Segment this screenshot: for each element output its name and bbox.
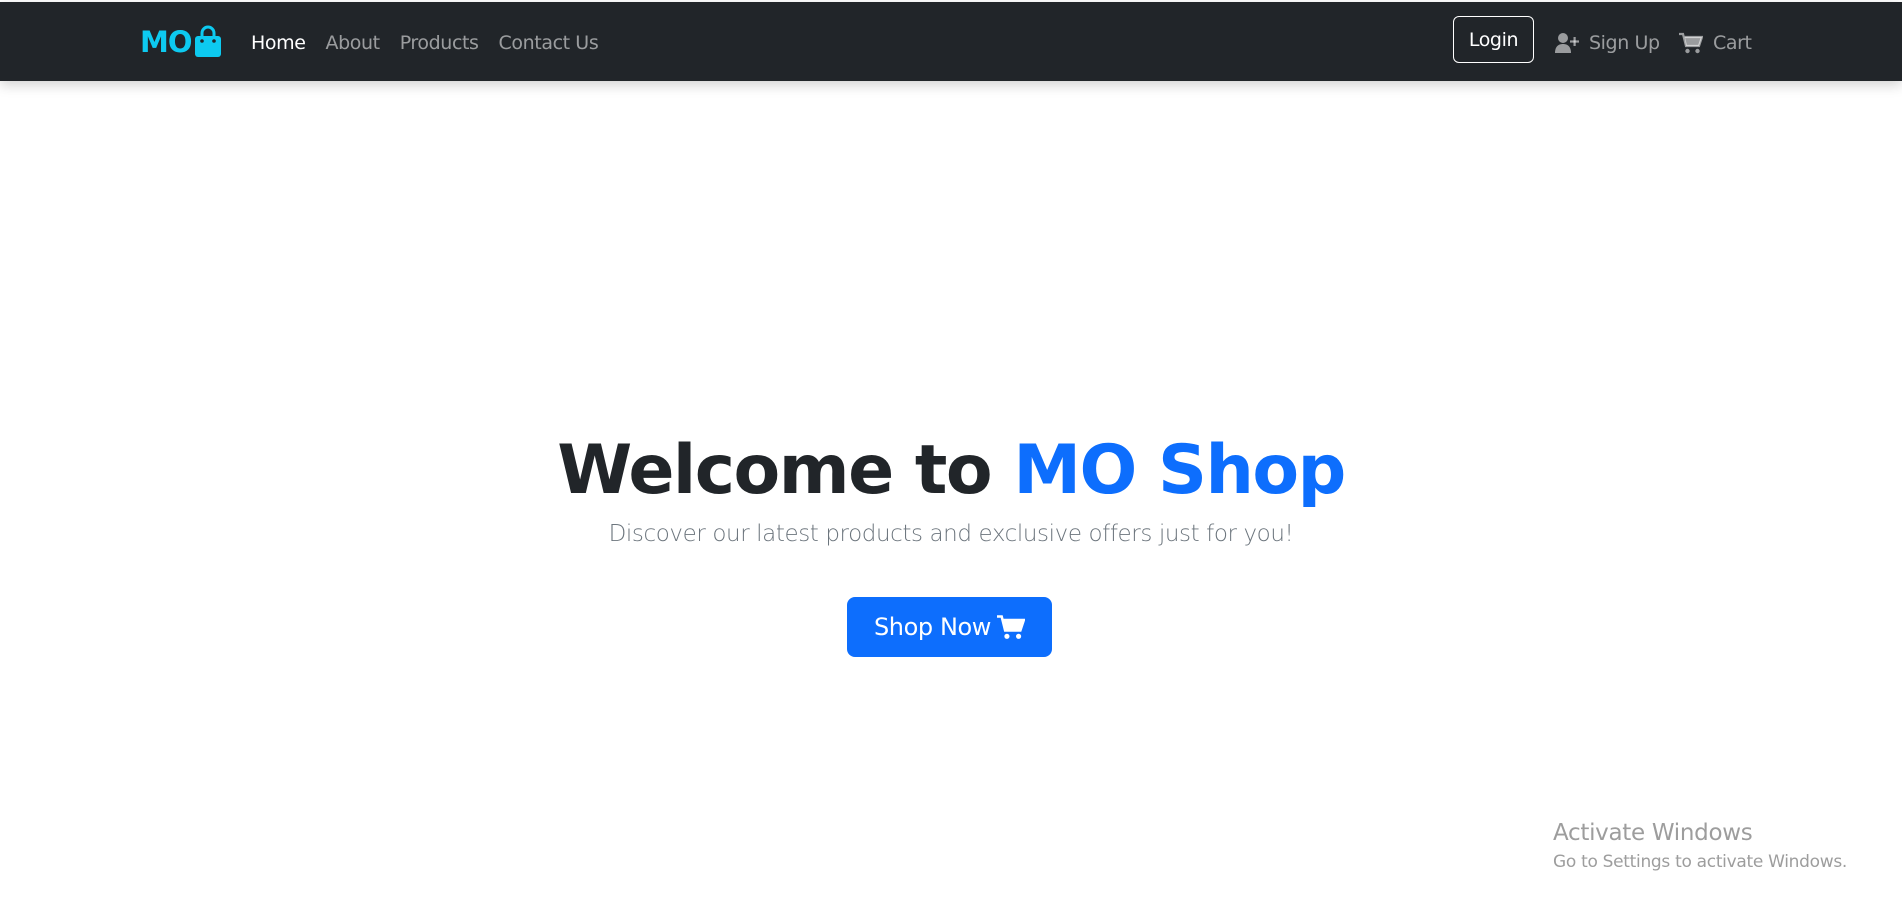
hero-subtitle: Discover our latest products and exclusi… (608, 521, 1294, 547)
shop-now-label: Shop Now (873, 613, 992, 641)
brand-text: MO (140, 25, 193, 59)
login-button[interactable]: Login (1453, 16, 1534, 63)
cart-label: Cart (1713, 32, 1752, 54)
cart-link[interactable]: Cart (1679, 26, 1752, 60)
activate-windows-title: Activate Windows (1553, 820, 1753, 846)
page: MO Home About Products Contact Us Login (0, 0, 1902, 922)
hero-title-accent: MO Shop (1013, 431, 1346, 510)
cart-icon (997, 614, 1026, 640)
cart-icon (1679, 32, 1704, 54)
brand-logo[interactable]: MO (140, 22, 223, 62)
activate-windows-watermark: Activate Windows Go to Settings to activ… (1553, 818, 1893, 874)
navbar: MO Home About Products Contact Us Login (0, 2, 1902, 81)
user-plus-icon (1555, 32, 1579, 54)
nav-link-contact[interactable]: Contact Us (499, 32, 599, 54)
hero-title-prefix: Welcome to (557, 431, 992, 510)
activate-windows-subtitle: Go to Settings to activate Windows. (1553, 852, 1847, 872)
nav-links: Home About Products Contact Us (251, 26, 618, 60)
hero-title: Welcome to MO Shop (0, 430, 1902, 512)
nav-link-home[interactable]: Home (251, 32, 306, 54)
hero-section: Welcome to MO Shop Discover our latest p… (0, 430, 1902, 552)
nav-link-products[interactable]: Products (400, 32, 479, 54)
nav-link-about[interactable]: About (326, 32, 381, 54)
shopping-bag-icon (193, 25, 223, 58)
signup-label: Sign Up (1589, 32, 1660, 54)
signup-link[interactable]: Sign Up (1555, 26, 1660, 60)
shop-now-button[interactable]: Shop Now (847, 597, 1052, 657)
